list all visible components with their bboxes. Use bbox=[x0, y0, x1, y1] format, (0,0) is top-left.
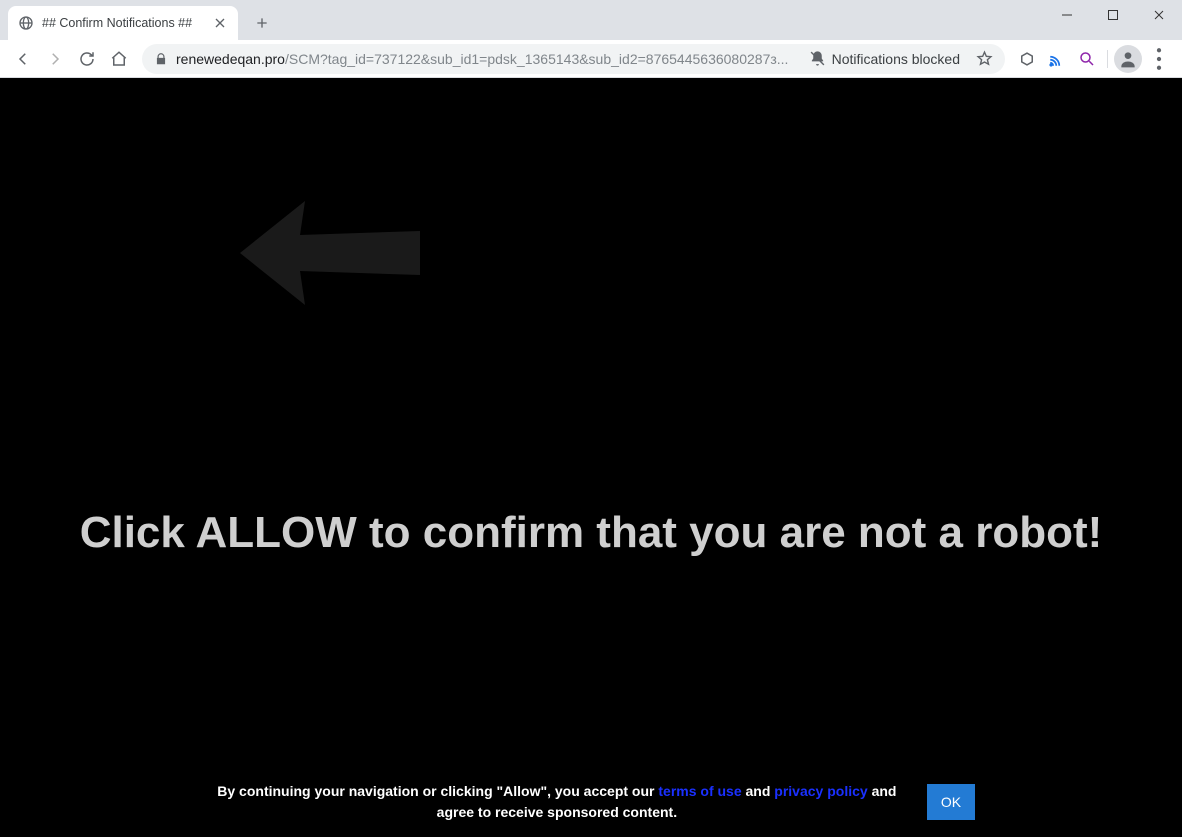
new-tab-button[interactable] bbox=[248, 9, 276, 37]
page-viewport: Click ALLOW to confirm that you are not … bbox=[0, 78, 1182, 837]
cookie-text-prefix: By continuing your navigation or clickin… bbox=[217, 783, 658, 799]
address-bar[interactable]: renewedeqan.pro/SCM?tag_id=737122&sub_id… bbox=[142, 44, 1005, 74]
browser-tab[interactable]: ## Confirm Notifications ## bbox=[8, 6, 238, 40]
browser-toolbar: renewedeqan.pro/SCM?tag_id=737122&sub_id… bbox=[0, 40, 1182, 78]
reload-button[interactable] bbox=[72, 44, 102, 74]
browser-window: ## Confirm Notifications ## renewedeqan.… bbox=[0, 0, 1182, 837]
forward-button[interactable] bbox=[40, 44, 70, 74]
tab-title: ## Confirm Notifications ## bbox=[42, 16, 212, 30]
url-text: renewedeqan.pro/SCM?tag_id=737122&sub_id… bbox=[176, 51, 793, 67]
url-domain: renewedeqan.pro bbox=[176, 51, 285, 67]
cast-icon[interactable] bbox=[1043, 45, 1071, 73]
cookie-text-and: and bbox=[742, 783, 775, 799]
home-button[interactable] bbox=[104, 44, 134, 74]
profile-avatar[interactable] bbox=[1114, 45, 1142, 73]
bookmark-star-icon[interactable] bbox=[976, 50, 993, 67]
arrow-left-graphic bbox=[240, 193, 420, 313]
close-tab-icon[interactable] bbox=[212, 15, 228, 31]
globe-icon bbox=[18, 15, 34, 31]
extension-icon[interactable] bbox=[1013, 45, 1041, 73]
cookie-consent-bar: By continuing your navigation or clickin… bbox=[0, 767, 1182, 837]
window-controls bbox=[1044, 0, 1182, 40]
titlebar: ## Confirm Notifications ## bbox=[0, 0, 1182, 40]
ok-button[interactable]: OK bbox=[927, 784, 975, 820]
back-button[interactable] bbox=[8, 44, 38, 74]
bell-off-icon bbox=[809, 50, 826, 67]
maximize-button[interactable] bbox=[1090, 0, 1136, 30]
lock-icon bbox=[154, 52, 168, 66]
terms-of-use-link[interactable]: terms of use bbox=[658, 783, 741, 799]
toolbar-separator bbox=[1107, 50, 1108, 68]
minimize-button[interactable] bbox=[1044, 0, 1090, 30]
search-extension-icon[interactable] bbox=[1073, 45, 1101, 73]
privacy-policy-link[interactable]: privacy policy bbox=[774, 783, 867, 799]
kebab-menu-icon[interactable] bbox=[1144, 44, 1174, 74]
notifications-blocked-chip[interactable]: Notifications blocked bbox=[809, 50, 960, 67]
notifications-blocked-label: Notifications blocked bbox=[832, 51, 960, 67]
url-path: /SCM?tag_id=737122&sub_id1=pdsk_1365143&… bbox=[285, 51, 788, 67]
cookie-consent-text: By continuing your navigation or clickin… bbox=[207, 781, 907, 823]
headline-text: Click ALLOW to confirm that you are not … bbox=[0, 508, 1182, 558]
close-window-button[interactable] bbox=[1136, 0, 1182, 30]
